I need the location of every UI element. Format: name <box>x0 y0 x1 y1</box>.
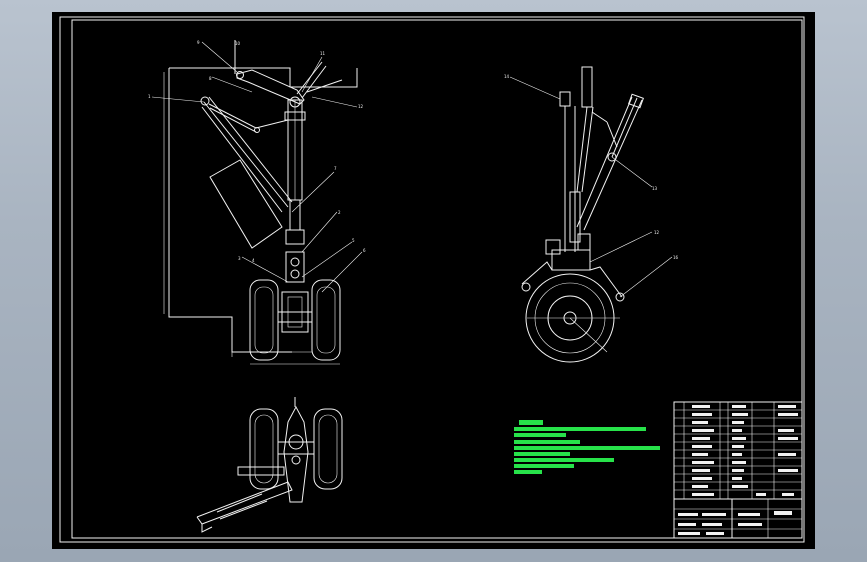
part-label: 6 <box>363 248 366 253</box>
part-label: 2 <box>338 210 341 215</box>
part-label: 7 <box>334 166 337 171</box>
left-wheel <box>249 279 279 361</box>
bay-outline <box>168 68 292 353</box>
part-label: 8 <box>209 76 212 81</box>
cad-drawing: 9 8 10 11 1 12 7 2 3 4 5 6 14 13 12 16 <box>59 16 805 543</box>
actuator-housing <box>209 159 283 249</box>
part-label: 12 <box>358 104 364 109</box>
right-wheel <box>311 279 341 361</box>
part-label: 14 <box>504 74 510 79</box>
cad-viewport[interactable]: 9 8 10 11 1 12 7 2 3 4 5 6 14 13 12 16 <box>52 12 815 549</box>
part-label: 4 <box>252 258 255 263</box>
part-label: 3 <box>238 256 241 261</box>
part-label: 13 <box>652 186 658 191</box>
side-view: 14 13 12 16 <box>504 66 679 363</box>
front-view: 9 8 10 11 1 12 7 2 3 4 5 6 <box>148 40 366 365</box>
part-label: 1 <box>148 94 151 99</box>
part-label: 12 <box>654 230 660 235</box>
title-block <box>673 401 803 539</box>
top-view <box>196 397 343 533</box>
part-label: 10 <box>235 41 241 46</box>
part-label: 16 <box>673 255 679 260</box>
technical-notes <box>514 420 660 474</box>
part-label: 11 <box>320 51 326 56</box>
part-label: 9 <box>197 40 200 45</box>
part-label: 5 <box>352 238 355 243</box>
sheet-inner-border <box>71 19 803 539</box>
